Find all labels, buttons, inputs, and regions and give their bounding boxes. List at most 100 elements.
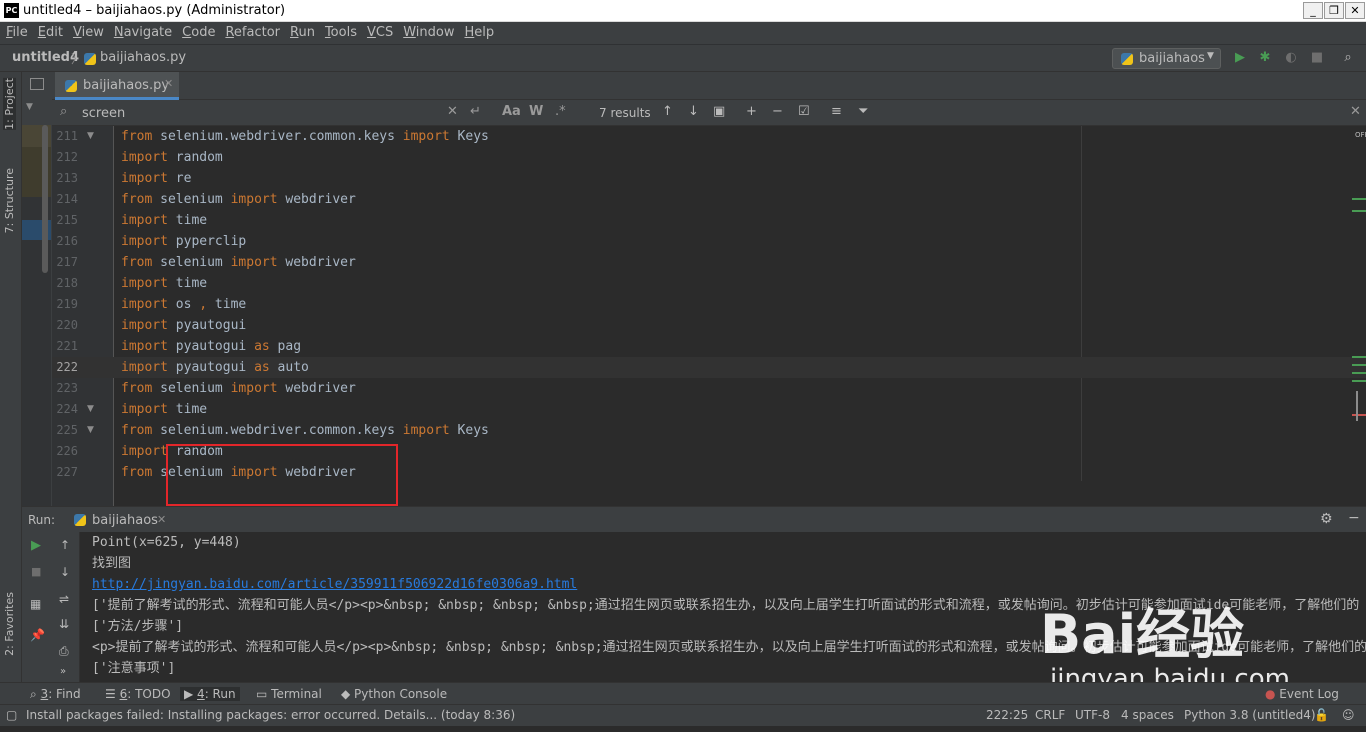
status-message[interactable]: Install packages failed: Installing pack… (26, 708, 515, 722)
code-line[interactable]: 215 import time (52, 210, 1366, 231)
close-window-button[interactable]: ✕ (1345, 2, 1365, 19)
project-tool-tab[interactable]: 1: Project (3, 78, 16, 130)
multiline-icon[interactable]: ≡ (831, 104, 842, 119)
menu-navigate[interactable]: Navigate (108, 22, 176, 40)
maximize-button[interactable]: ❐ (1324, 2, 1344, 19)
menu-window[interactable]: Window (397, 22, 458, 40)
code-line[interactable]: 214 from selenium import webdriver (52, 189, 1366, 210)
python-interpreter[interactable]: Python 3.8 (untitled4) (1184, 708, 1316, 722)
event-log-tool-tab[interactable]: ● Event Log (1265, 687, 1339, 701)
run-play-icon[interactable]: ▶ (1232, 50, 1248, 66)
terminal-tool-tab[interactable]: ▭ Terminal (256, 687, 322, 701)
next-occurrence-icon[interactable]: ↓ (688, 104, 699, 119)
match-case-icon[interactable]: Aa (502, 104, 521, 119)
menu-vcs[interactable]: VCS (361, 22, 397, 40)
code-line[interactable]: 225 from selenium.webdriver.common.keys i… (52, 420, 1366, 441)
search-icon[interactable]: ⌕ (60, 104, 67, 119)
code-line[interactable]: 212 import random (52, 147, 1366, 168)
hide-panel-icon[interactable]: − (1348, 510, 1360, 526)
pin-icon[interactable]: 📌 (30, 628, 45, 642)
breadcrumb-project[interactable]: untitled4 (12, 50, 79, 65)
code-line[interactable]: 218 import time (52, 273, 1366, 294)
indent-setting[interactable]: 4 spaces (1121, 708, 1174, 722)
close-tab-icon[interactable]: ✕ (164, 77, 173, 90)
code-line[interactable]: 220 import pyautogui (52, 315, 1366, 336)
scroll-up-icon[interactable]: ↑ (60, 538, 70, 552)
todo-tool-tab[interactable]: ☰ 6: TODO (105, 687, 171, 701)
new-line-icon[interactable]: ↵ (470, 104, 481, 119)
layout-icon[interactable]: ▦ (30, 597, 41, 611)
collapse-arrow-icon[interactable]: ▼ (26, 102, 33, 112)
code-text: from selenium import webdriver (121, 381, 356, 396)
remove-occurrence-icon[interactable]: − (772, 104, 783, 119)
coverage-icon[interactable]: ◐ (1283, 50, 1299, 66)
highlight-box (166, 444, 398, 506)
run-configuration-select[interactable]: baijiahaos ▼ (1112, 48, 1221, 69)
code-line[interactable]: 221 import pyautogui as pag (52, 336, 1366, 357)
code-line[interactable]: 217 from selenium import webdriver (52, 252, 1366, 273)
fold-marker-icon[interactable]: ▼ (87, 131, 94, 141)
scroll-to-end-icon[interactable]: ⇊ (59, 617, 69, 631)
clear-search-icon[interactable]: ✕ (447, 104, 458, 119)
scroll-down-icon[interactable]: ↓ (60, 565, 70, 579)
console-link[interactable]: http://jingyan.baidu.com/article/359911f… (92, 574, 577, 595)
filter-icon[interactable]: ⏷ (858, 104, 868, 119)
panel-layout-icon[interactable] (30, 78, 44, 90)
run-tool-tab[interactable]: ▶ 4: Run (180, 687, 240, 701)
menu-run[interactable]: Run (284, 22, 319, 40)
menu-file[interactable]: File (0, 22, 32, 40)
menu-code[interactable]: Code (176, 22, 219, 40)
code-line[interactable]: 219 import os , time (52, 294, 1366, 315)
toggle-tool-windows-icon[interactable]: ▢ (6, 708, 17, 722)
select-all-occurrences-icon[interactable]: ▣ (713, 104, 725, 119)
menu-tools[interactable]: Tools (319, 22, 361, 40)
left-scrollbar-thumb[interactable] (42, 125, 48, 273)
menu-edit[interactable]: Edit (32, 22, 67, 40)
fold-marker-icon[interactable]: ▼ (87, 404, 94, 414)
search-everywhere-icon[interactable]: ⌕ (1340, 50, 1356, 66)
code-line[interactable]: 222 import pyautogui as auto (52, 357, 1366, 378)
code-line[interactable]: 223 from selenium import webdriver (52, 378, 1366, 399)
gear-icon[interactable]: ⚙ (1320, 511, 1333, 527)
stop-run-icon[interactable]: ■ (31, 565, 41, 578)
line-number: 221 (56, 339, 78, 353)
menu-help[interactable]: Help (459, 22, 499, 40)
print-icon[interactable]: ⎙ (59, 644, 69, 659)
line-number: 211 (56, 129, 78, 143)
regex-icon[interactable]: .* (555, 104, 566, 119)
code-line[interactable]: 211 from selenium.webdriver.common.keys i… (52, 126, 1366, 147)
lock-icon[interactable]: 🔓 (1314, 708, 1329, 722)
editor-scrollbar-thumb[interactable] (1356, 391, 1358, 421)
add-occurrence-icon[interactable]: + (746, 104, 757, 119)
code-editor[interactable]: 211 from selenium.webdriver.common.keys i… (52, 126, 1366, 506)
debug-bug-icon[interactable]: ✱ (1257, 50, 1273, 66)
find-tool-tab[interactable]: ⌕ 3: Find (30, 687, 81, 702)
previous-occurrence-icon[interactable]: ↑ (662, 104, 673, 119)
line-separator[interactable]: CRLF (1035, 708, 1065, 722)
run-tab-baijiahaos[interactable]: baijiahaos (92, 513, 158, 528)
minimize-button[interactable]: _ (1303, 2, 1323, 19)
fold-marker-icon[interactable]: ▼ (87, 425, 94, 435)
close-find-bar-icon[interactable]: ✕ (1350, 104, 1361, 119)
caret-position[interactable]: 222:25 (986, 708, 1028, 722)
whole-words-icon[interactable]: W (529, 104, 543, 119)
close-run-tab-icon[interactable]: ✕ (157, 513, 166, 526)
menu-view[interactable]: View (67, 22, 108, 40)
search-input[interactable] (82, 103, 462, 123)
stop-icon[interactable]: ■ (1309, 50, 1325, 66)
code-line[interactable]: 224 import time (52, 399, 1366, 420)
file-encoding[interactable]: UTF-8 (1075, 708, 1110, 722)
menu-refactor[interactable]: Refactor (219, 22, 284, 40)
rerun-icon[interactable]: ▶ (31, 538, 41, 553)
soft-wrap-icon[interactable]: ⇌ (59, 592, 69, 606)
code-line[interactable]: 216 import pyperclip (52, 231, 1366, 252)
code-line[interactable]: 213 import re (52, 168, 1366, 189)
structure-tool-tab[interactable]: 7: Structure (3, 168, 16, 233)
more-icon[interactable]: » (60, 666, 66, 677)
favorites-tool-tab[interactable]: 2: Favorites (3, 592, 16, 656)
tab-baijiahaos-py[interactable]: baijiahaos.py ✕ (55, 72, 179, 100)
toggle-selection-icon[interactable]: ☑ (798, 104, 810, 119)
hector-icon[interactable]: ☺ (1342, 708, 1355, 722)
python-console-tool-tab[interactable]: ◆ Python Console (341, 687, 447, 701)
breadcrumb-file[interactable]: baijiahaos.py (100, 50, 186, 65)
